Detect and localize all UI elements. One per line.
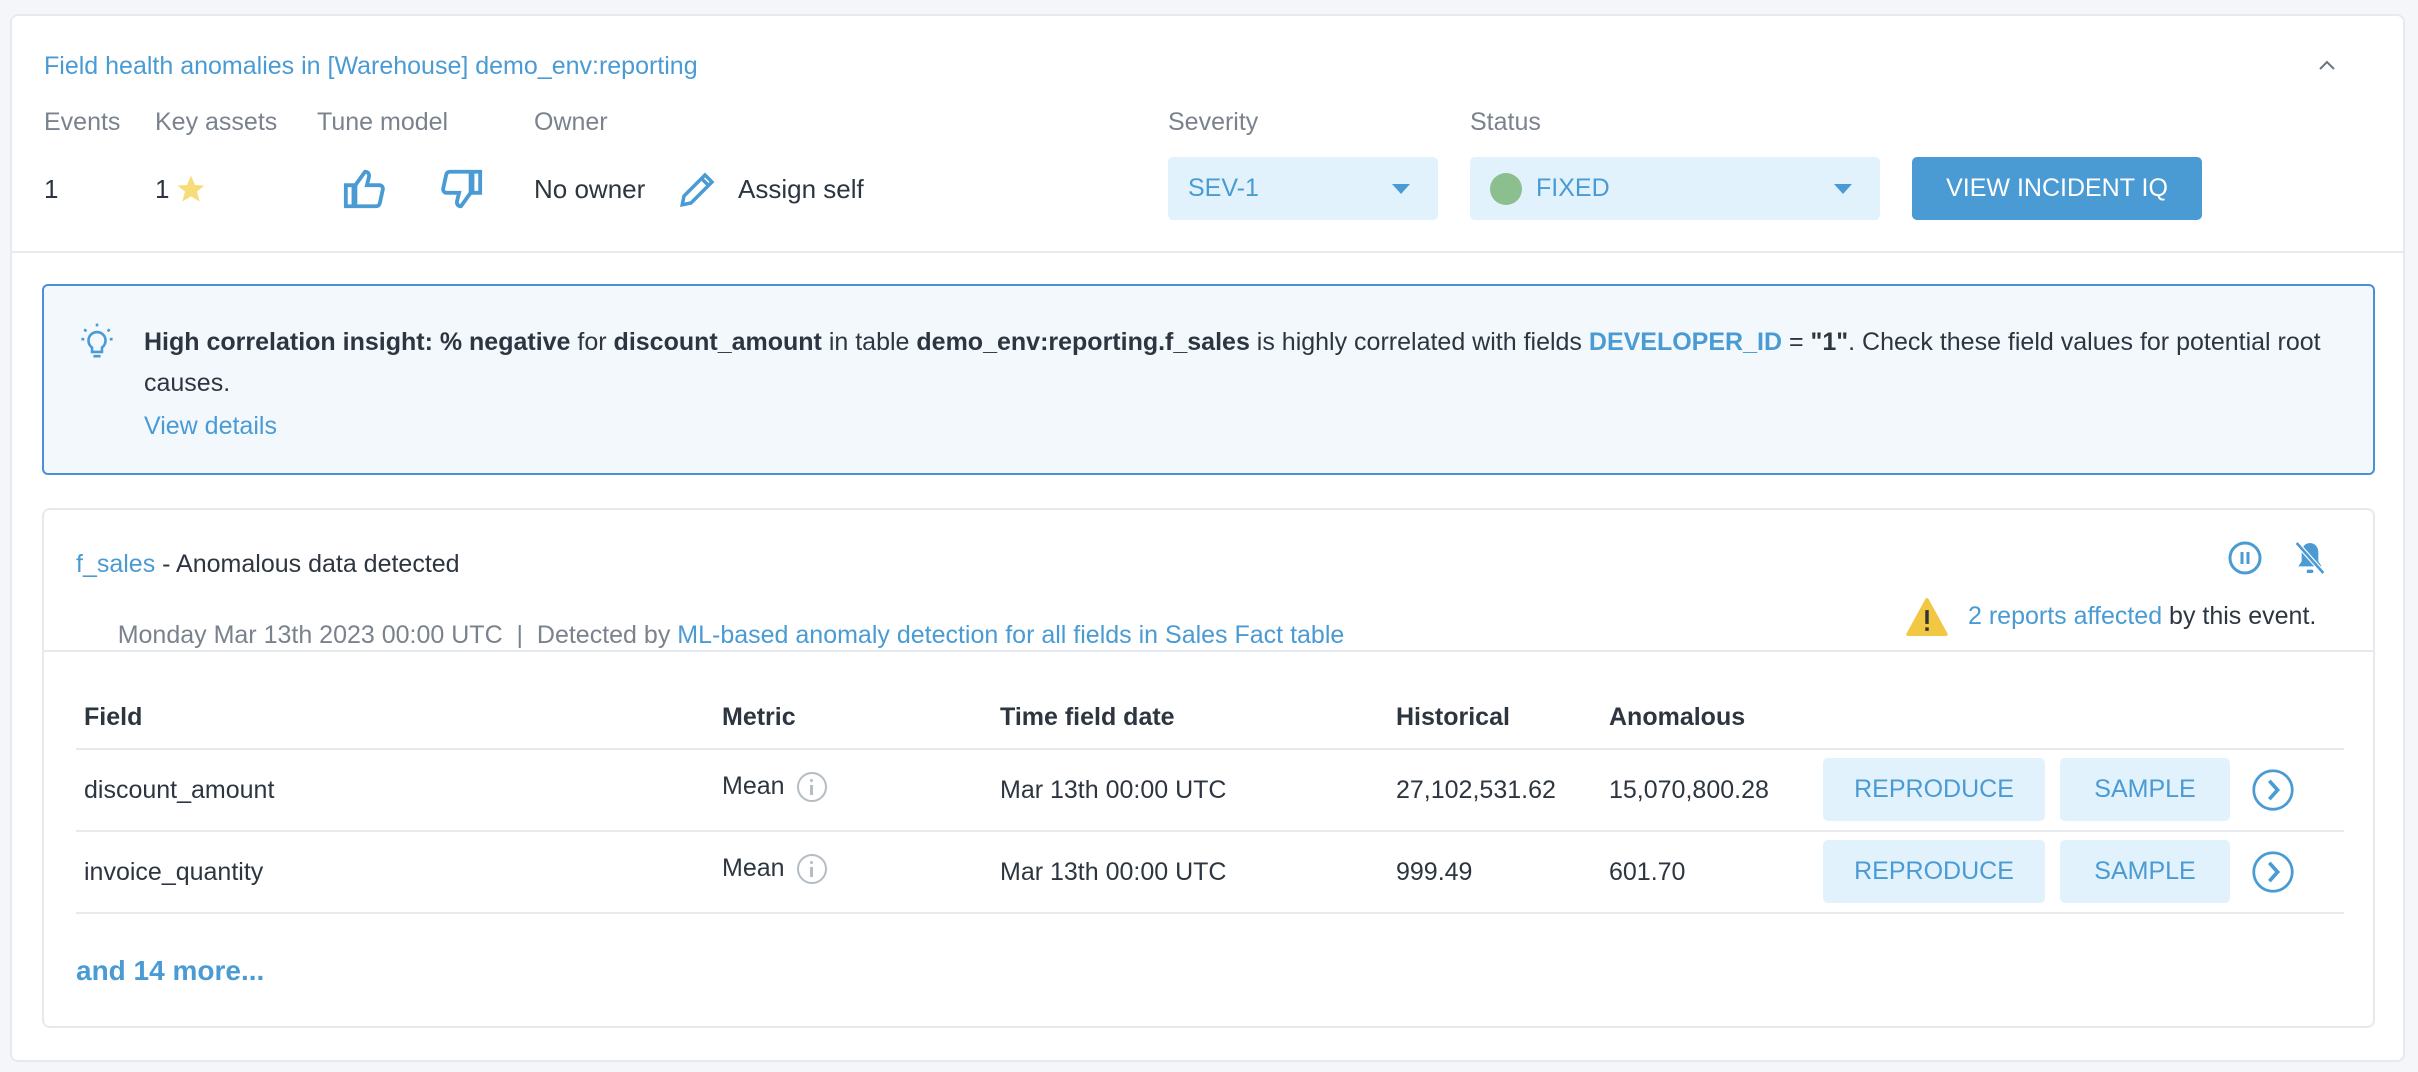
insight-text-part: in table <box>821 328 917 356</box>
pause-circle-icon[interactable] <box>2227 540 2263 576</box>
tune-model-label: Tune model <box>317 108 449 136</box>
insight-text-part: = <box>1782 328 1811 356</box>
anomalous-cell: 601.70 <box>1609 858 1686 886</box>
time-cell: Mar 13th 00:00 UTC <box>1000 858 1227 886</box>
status-label: Status <box>1470 108 1541 136</box>
reproduce-button[interactable]: REPRODUCE <box>1823 840 2045 903</box>
anomalous-cell: 15,070,800.28 <box>1609 776 1769 804</box>
chevron-up-icon[interactable] <box>2312 50 2342 80</box>
card-divider <box>44 650 2373 652</box>
chevron-right-circle-icon[interactable] <box>2251 768 2295 812</box>
view-details-link[interactable]: View details <box>144 406 2344 447</box>
field-cell: invoice_quantity <box>84 858 264 886</box>
field-cell: discount_amount <box>84 776 275 804</box>
assign-self-link[interactable]: Assign self <box>738 174 864 205</box>
correlated-value: "1" <box>1810 328 1849 356</box>
event-title-text: - Anomalous data detected <box>155 550 460 578</box>
insight-text-part: for <box>570 328 614 356</box>
status-dot-icon <box>1490 173 1522 205</box>
reports-affected: 2 reports affected by this event. <box>1968 602 2316 631</box>
insight-table: demo_env:reporting.f_sales <box>916 328 1250 356</box>
reports-affected-text: by this event. <box>2162 602 2317 630</box>
info-icon[interactable] <box>796 854 827 885</box>
column-header-historical: Historical <box>1396 703 1510 731</box>
correlated-field-link[interactable]: DEVELOPER_ID <box>1589 328 1782 356</box>
reproduce-button[interactable]: REPRODUCE <box>1823 758 2045 821</box>
column-header-field: Field <box>84 703 143 731</box>
insight-banner: High correlation insight: % negative for… <box>42 284 2375 475</box>
table-row: discount_amount Mean Mar 13th 00:00 UTC … <box>44 750 2373 832</box>
insight-metric: % negative <box>439 328 571 356</box>
table-link[interactable]: f_sales <box>76 550 155 578</box>
status-value: FIXED <box>1536 174 1610 202</box>
caret-down-icon <box>1392 184 1410 194</box>
event-subtitle: Monday Mar 13th 2023 00:00 UTC | Detecte… <box>76 592 1345 679</box>
metric-value: Mean <box>722 854 785 882</box>
event-date: Monday Mar 13th 2023 00:00 UTC <box>117 621 503 649</box>
show-more-link[interactable]: and 14 more... <box>76 955 264 987</box>
historical-cell: 27,102,531.62 <box>1396 776 1556 804</box>
detector-link[interactable]: ML-based anomaly detection for all field… <box>677 621 1344 649</box>
column-header-time-field-date: Time field date <box>1000 703 1175 731</box>
row-divider <box>76 912 2344 914</box>
pencil-icon[interactable] <box>677 168 719 210</box>
incident-card: Field health anomalies in [Warehouse] de… <box>10 14 2405 1062</box>
insight-field: discount_amount <box>613 328 822 356</box>
thumbs-up-icon[interactable] <box>342 166 388 212</box>
incident-title[interactable]: Field health anomalies in [Warehouse] de… <box>44 52 698 81</box>
insight-lead: High correlation insight: <box>144 328 433 356</box>
bell-off-icon[interactable] <box>2290 538 2330 578</box>
event-title: f_sales - Anomalous data detected <box>76 550 460 579</box>
time-cell: Mar 13th 00:00 UTC <box>1000 776 1227 804</box>
sample-button[interactable]: SAMPLE <box>2060 758 2230 821</box>
star-icon <box>177 175 205 202</box>
severity-dropdown[interactable]: SEV-1 <box>1168 157 1438 220</box>
insight-text-part: is highly correlated with fields <box>1249 328 1589 356</box>
column-header-metric: Metric <box>722 703 796 731</box>
insight-text: High correlation insight: % negative for… <box>144 322 2344 447</box>
table-row: invoice_quantity Mean Mar 13th 00:00 UTC… <box>44 832 2373 914</box>
warning-icon <box>1906 598 1948 636</box>
lightbulb-icon <box>81 323 113 358</box>
events-label: Events <box>44 108 121 136</box>
event-card: f_sales - Anomalous data detected Monday… <box>42 508 2375 1028</box>
metric-cell: Mean <box>722 772 827 803</box>
status-dropdown[interactable]: FIXED <box>1470 157 1880 220</box>
detected-by-label: | Detected by <box>502 621 678 649</box>
owner-label: Owner <box>534 108 608 136</box>
events-count: 1 <box>44 174 59 204</box>
sample-button[interactable]: SAMPLE <box>2060 840 2230 903</box>
owner-value: No owner <box>534 174 646 204</box>
chevron-right-circle-icon[interactable] <box>2251 850 2295 894</box>
historical-cell: 999.49 <box>1396 858 1473 886</box>
reports-affected-link[interactable]: 2 reports affected <box>1968 602 2162 630</box>
header-divider <box>12 251 2403 253</box>
metric-cell: Mean <box>722 854 827 885</box>
key-assets-label: Key assets <box>155 108 278 136</box>
column-header-anomalous: Anomalous <box>1609 703 1746 731</box>
key-assets-count: 1 <box>155 174 170 204</box>
thumbs-down-icon[interactable] <box>438 166 484 212</box>
severity-label: Severity <box>1168 108 1259 136</box>
view-incident-iq-button[interactable]: VIEW INCIDENT IQ <box>1912 157 2202 220</box>
severity-value: SEV-1 <box>1188 174 1259 202</box>
metric-value: Mean <box>722 772 785 800</box>
caret-down-icon <box>1834 184 1852 194</box>
info-icon[interactable] <box>796 772 827 803</box>
